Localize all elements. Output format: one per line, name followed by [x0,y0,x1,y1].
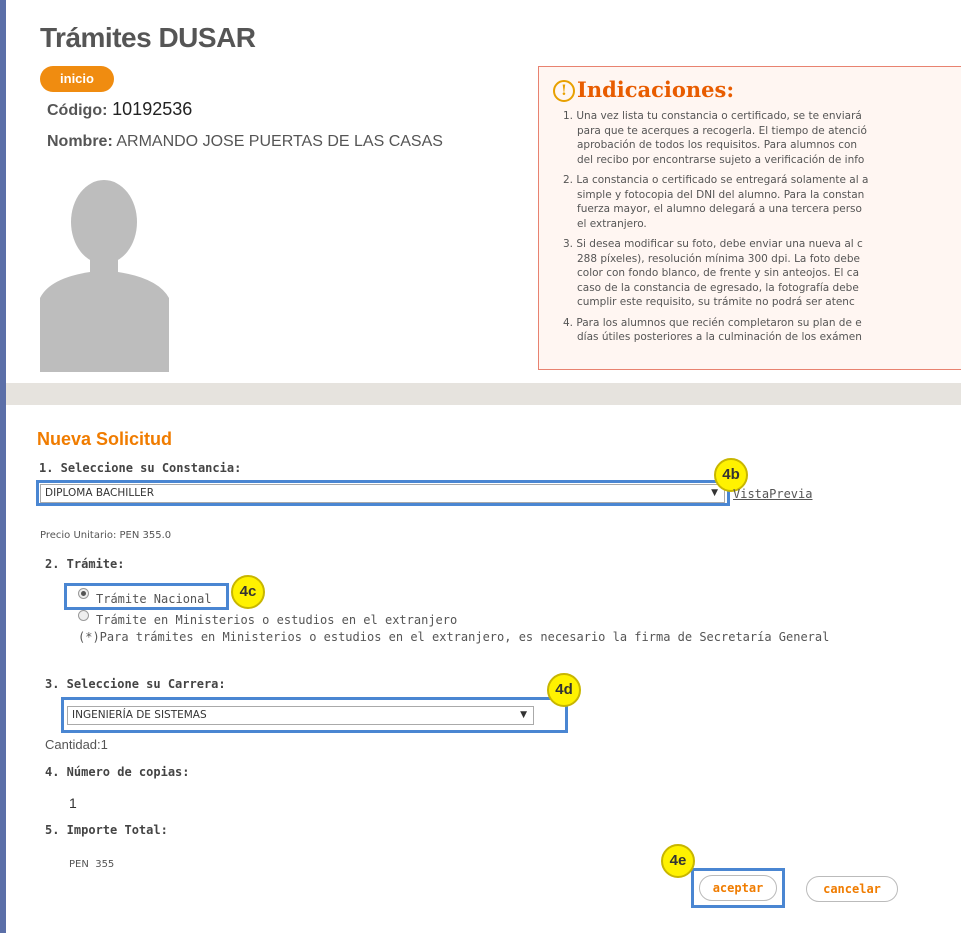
indicacion-line: 4. Para los alumnos que recién completar… [563,316,862,329]
highlight-4b [36,480,730,506]
codigo-row: Código: 10192536 [47,99,192,120]
indicacion-line: aprobación de todos los requisitos. Para… [577,139,858,151]
step3-label: 3. Seleccione su Carrera: [45,677,226,691]
precio-value: 355.0 [142,530,172,541]
highlight-4c [64,583,229,610]
tramite-extranjero-label[interactable]: Trámite en Ministerios o estudios en el … [96,613,457,627]
cancelar-button[interactable]: cancelar [806,876,898,902]
indicacion-line: 2. La constancia o certificado se entreg… [563,174,869,186]
importe-value: 355 [95,859,115,870]
avatar [40,148,169,372]
indicacion-line: simple y fotocopia del DNI del alumno. P… [577,188,865,201]
copias-value: 1 [69,795,77,811]
highlight-4e [691,868,785,908]
indicacion-line: fuerza mayor, el alumno delegará a una t… [577,203,862,215]
importe-currency: PEN [69,859,89,870]
indicacion-line: 3. Si desea modificar su foto, debe envi… [563,238,863,250]
indicacion-line: para que te acerques a recogerla. El tie… [577,124,867,137]
radio-tramite-extranjero[interactable] [78,610,89,621]
indicacion-line: días útiles posteriores a la culminación… [577,331,862,343]
vista-previa-link[interactable]: VistaPrevia [733,487,812,501]
annotation-badge-4c: 4c [231,575,265,609]
indicacion-line: color con fondo blanco, de frente y sin … [577,267,860,279]
indicaciones-title: ! Indicaciones: [553,77,734,102]
precio-unitario: Precio Unitario: PEN 355.0 [40,530,171,541]
indicacion-line: caso de la constancia de egresado, la fo… [577,281,859,294]
page-title: Trámites DUSAR [40,22,256,53]
step1-label: 1. Seleccione su Constancia: [39,461,242,475]
annotation-badge-4e: 4e [661,844,695,878]
cantidad-label: Cantidad: [45,737,101,752]
section-divider [6,383,961,405]
indicacion-line: del recibo por encontrarse sujeto a veri… [577,153,865,166]
indicacion-item: 3. Si desea modificar su foto, debe envi… [563,237,961,310]
importe-total: PEN 355 [69,859,114,870]
highlight-4d [61,697,568,733]
tramite-note: (*)Para trámites en Ministerios o estudi… [78,630,830,644]
step5-label: 5. Importe Total: [45,823,168,837]
inicio-button[interactable]: inicio [40,66,114,92]
indicacion-item: 2. La constancia o certificado se entreg… [563,173,961,231]
indicacion-line: 288 píxeles), resolución mínima 300 dpi.… [577,252,860,265]
left-edge-bar [0,0,6,933]
indicacion-item: 4. Para los alumnos que recién completar… [563,316,961,345]
indicaciones-panel: ! Indicaciones: 1. Una vez lista tu const… [538,66,961,370]
step2-label: 2. Trámite: [45,557,125,571]
indicaciones-heading: Indicaciones: [577,77,735,102]
cantidad-value: 1 [100,737,108,752]
step4-label: 4. Número de copias: [45,765,190,779]
indicacion-item: 1. Una vez lista tu constancia o certifi… [563,109,961,167]
nueva-solicitud-title: Nueva Solicitud [37,429,173,449]
codigo-value: 10192536 [112,99,193,119]
indicacion-line: cumplir este requisito, su trámite no po… [577,296,855,308]
cantidad-row: Cantidad:1 [45,737,108,752]
annotation-badge-4d: 4d [547,673,581,707]
codigo-label: Código: [47,102,108,119]
indicacion-line: 1. Una vez lista tu constancia o certifi… [563,110,862,122]
indicaciones-list: 1. Una vez lista tu constancia o certifi… [539,109,961,351]
exclamation-icon: ! [553,80,575,102]
indicacion-line: el extranjero. [577,217,647,230]
precio-label: Precio Unitario: PEN [40,530,140,541]
